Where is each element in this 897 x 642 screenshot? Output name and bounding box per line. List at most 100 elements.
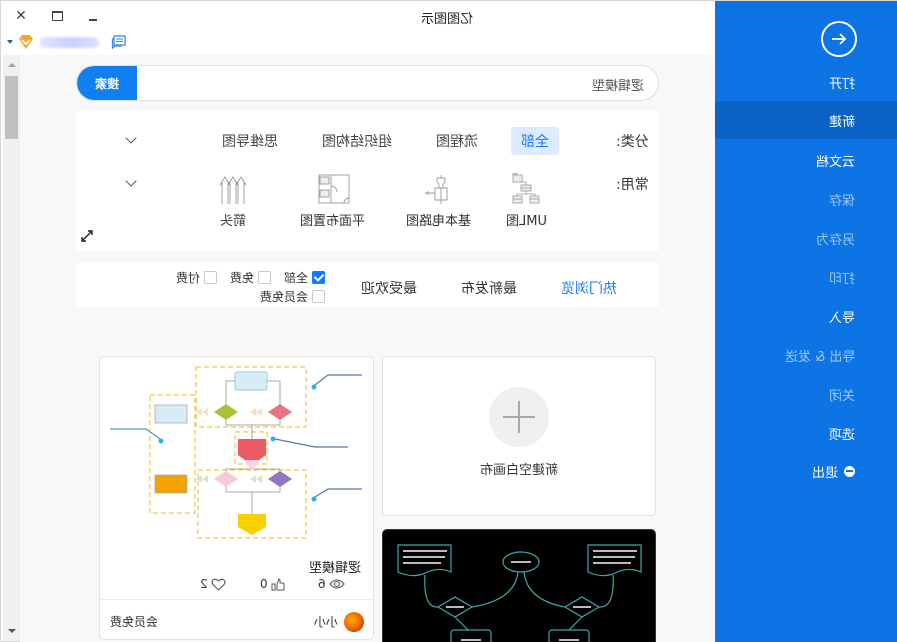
- sort-tab-newest[interactable]: 最新发布: [461, 278, 517, 298]
- sidebar-item-cloud-docs[interactable]: 云文档: [715, 141, 897, 179]
- arrow-right-icon: [832, 33, 847, 45]
- fullscreen-expand-icon[interactable]: [80, 229, 94, 243]
- vertical-scrollbar[interactable]: [3, 55, 20, 641]
- filter-bar: 热门浏览 最新发布 最受欢迎 全部 免费 付费 会员免费: [76, 263, 659, 307]
- common-item-uml[interactable]: UML图: [506, 173, 547, 229]
- template-footer: 小小 会员免费: [100, 599, 373, 639]
- message-icon[interactable]: [111, 34, 127, 50]
- scroll-up-arrow-icon[interactable]: [8, 63, 16, 67]
- favorites-stat[interactable]: 2: [200, 577, 226, 591]
- floor-plan-icon: [318, 174, 349, 204]
- checkbox-icon[interactable]: [258, 271, 272, 284]
- price-tag: 会员免费: [110, 615, 159, 629]
- category-panel: 分类: 全部 流程图 组织结构图 思维导图 常用: UML图 基本电路图 平面布…: [76, 111, 659, 251]
- common-item-floor-plan-label: 平面布置图: [300, 214, 366, 229]
- maximize-window-button[interactable]: [45, 6, 69, 26]
- template-thumbnail-dark: [397, 544, 642, 642]
- template-card[interactable]: 逻辑模型 6 0 2 小小 会员免费: [99, 356, 374, 640]
- minimize-window-button[interactable]: [81, 6, 105, 26]
- scroll-down-arrow-icon[interactable]: [8, 629, 16, 633]
- sort-tab-hot[interactable]: 热门浏览: [561, 278, 617, 298]
- favorites-count: 2: [200, 577, 208, 591]
- filter-all-checkbox[interactable]: 全部: [284, 269, 326, 286]
- sidebar-item-save-as-label: 另存为: [815, 232, 855, 248]
- author-avatar[interactable]: [344, 612, 364, 632]
- sidebar-item-print-label: 打印: [828, 271, 855, 287]
- sort-tab-popular[interactable]: 最受欢迎: [361, 278, 417, 298]
- tab-flowchart-label: 流程图: [436, 134, 478, 150]
- sidebar-item-new-label: 新建: [828, 114, 855, 130]
- expand-categories-chevron-icon[interactable]: [125, 132, 137, 144]
- search-button[interactable]: 搜索: [77, 66, 137, 100]
- sidebar-item-import[interactable]: 导入: [715, 297, 897, 335]
- app-title: 亿图图示: [421, 12, 474, 27]
- sidebar-item-new[interactable]: 新建: [715, 101, 897, 139]
- expand-common-chevron-icon[interactable]: [125, 175, 137, 187]
- author-name[interactable]: 小小: [314, 613, 338, 630]
- sidebar-item-save-as[interactable]: 另存为: [715, 219, 897, 257]
- title-bar: ✕ 亿图图示: [1, 1, 715, 31]
- common-item-arrows[interactable]: 箭头: [216, 173, 250, 229]
- checkbox-icon[interactable]: [312, 290, 326, 303]
- scrollbar-thumb[interactable]: [5, 76, 18, 139]
- sidebar-item-save[interactable]: 保存: [715, 180, 897, 218]
- common-item-circuit[interactable]: 基本电路图: [406, 173, 471, 229]
- filter-paid-label: 付费: [176, 271, 201, 285]
- template-gallery: 搜索 逻辑模型 分类: 全部 流程图 组织结构图 思维导图 常用: UML图 基…: [20, 55, 715, 642]
- common-item-circuit-label: 基本电路图: [406, 214, 472, 229]
- common-label: 常用:: [616, 177, 649, 193]
- sidebar-item-exit[interactable]: 退出: [715, 452, 897, 490]
- sidebar-item-cloud-docs-label: 云文档: [815, 154, 855, 170]
- filter-free-checkbox[interactable]: 免费: [230, 269, 272, 286]
- common-item-arrows-label: 箭头: [219, 214, 246, 229]
- tab-all[interactable]: 全部: [511, 127, 559, 155]
- back-button[interactable]: [821, 21, 857, 57]
- exit-icon: [844, 465, 855, 477]
- circuit-diagram-icon: [425, 175, 447, 204]
- heart-icon: [211, 578, 226, 591]
- app-window: ✕ 亿图图示 搜索 逻辑模型 分类: 全部 流程图 组织结构图 思维导图 常用:…: [0, 0, 897, 642]
- username-blurred[interactable]: [39, 37, 99, 48]
- sidebar-item-export-send-label: 导出 & 发送: [784, 349, 855, 365]
- backstage-sidebar: 打开 新建 云文档 保存 另存为 打印 导入 导出 & 发送 关闭 选项 退出: [715, 1, 897, 642]
- template-title: 逻辑模型: [308, 561, 361, 576]
- common-item-floor-plan[interactable]: 平面布置图: [300, 173, 365, 229]
- minimize-icon: [89, 19, 97, 21]
- new-blank-canvas-card[interactable]: 新建空白画布: [382, 356, 656, 516]
- arrows-icon: [219, 176, 247, 204]
- tab-org-chart[interactable]: 组织结构图: [312, 127, 402, 155]
- close-window-button[interactable]: ✕: [9, 6, 33, 26]
- category-label: 分类:: [616, 134, 649, 150]
- sidebar-item-exit-label: 退出: [811, 465, 838, 481]
- template-card-dark[interactable]: [382, 529, 656, 642]
- sidebar-item-close[interactable]: 关闭: [715, 375, 897, 413]
- checkbox-checked-icon[interactable]: [312, 271, 326, 284]
- sidebar-item-print[interactable]: 打印: [715, 258, 897, 296]
- search-input[interactable]: 逻辑模型: [592, 75, 644, 94]
- account-bar: [1, 31, 715, 55]
- sidebar-item-save-label: 保存: [828, 193, 855, 209]
- likes-stat[interactable]: 0: [260, 577, 285, 591]
- tab-flowchart[interactable]: 流程图: [426, 127, 488, 155]
- sidebar-item-options[interactable]: 选项: [715, 414, 897, 452]
- maximize-icon: [51, 11, 63, 21]
- filter-free-label: 免费: [230, 271, 255, 285]
- filter-paid-checkbox[interactable]: 付费: [176, 269, 218, 286]
- views-count: 6: [318, 577, 326, 591]
- tab-org-chart-label: 组织结构图: [322, 134, 392, 150]
- eye-icon: [328, 579, 345, 589]
- filter-member-free-label: 会员免费: [260, 290, 309, 304]
- sidebar-item-options-label: 选项: [828, 427, 855, 443]
- dropdown-arrow-icon[interactable]: [7, 40, 13, 44]
- sidebar-item-open[interactable]: 打开: [715, 63, 897, 101]
- sidebar-item-import-label: 导入: [828, 310, 855, 326]
- filter-member-free-checkbox[interactable]: 会员免费: [260, 288, 326, 305]
- close-icon: ✕: [15, 8, 27, 24]
- vip-diamond-icon[interactable]: [17, 33, 35, 51]
- plus-icon: [489, 387, 549, 447]
- checkbox-icon[interactable]: [204, 271, 218, 284]
- tab-mind-map[interactable]: 思维导图: [212, 127, 288, 155]
- sidebar-item-export-send[interactable]: 导出 & 发送: [715, 336, 897, 374]
- sidebar-item-close-label: 关闭: [828, 388, 855, 404]
- uml-diagram-icon: [513, 173, 540, 204]
